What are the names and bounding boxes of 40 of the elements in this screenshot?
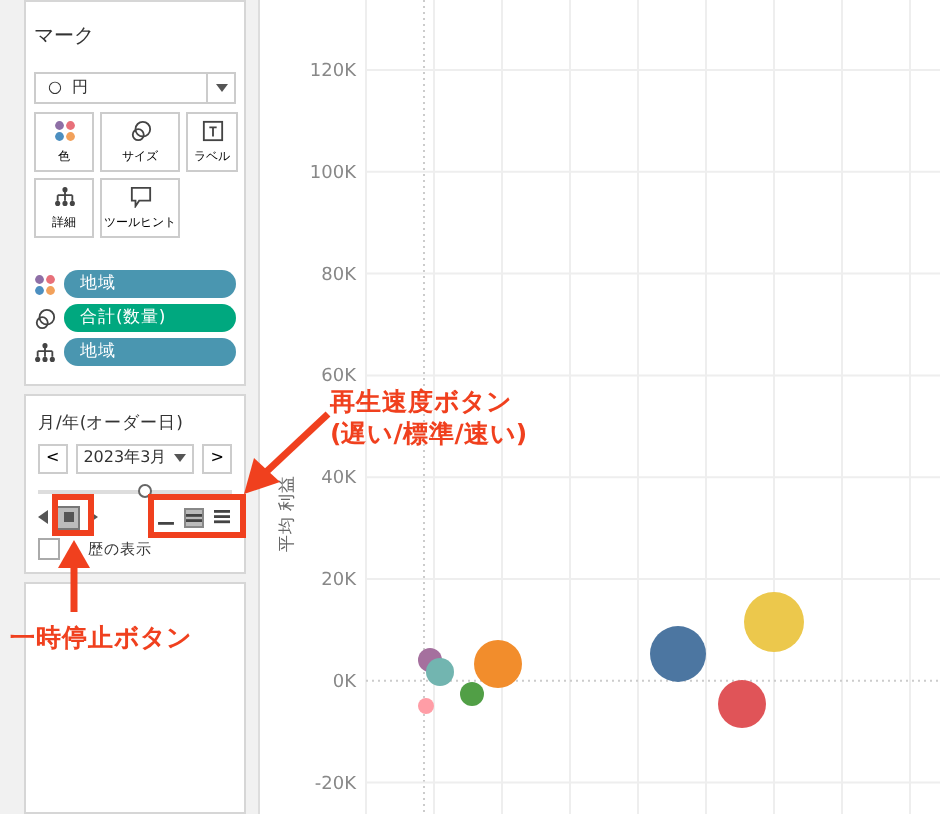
highlight-frame xyxy=(148,494,246,538)
detail-icon xyxy=(34,341,56,363)
pause-button[interactable] xyxy=(56,505,80,530)
y-axis-label: 20K xyxy=(321,571,356,591)
annotation-text: 再生速度ボタン (遅い/標準/速い) xyxy=(330,386,528,449)
speech-bubble-icon xyxy=(129,185,151,207)
circle-icon: ○ xyxy=(48,76,62,100)
step-back-icon[interactable] xyxy=(38,510,48,525)
mark-type-label: 円 xyxy=(71,76,88,100)
y-axis-label: 60K xyxy=(321,367,356,388)
caret-icon xyxy=(206,74,234,102)
size-icon xyxy=(129,119,151,141)
mark-type-dropdown[interactable]: ○ 円 xyxy=(34,72,236,104)
y-axis-label: -20K xyxy=(314,774,356,795)
highlight-frame xyxy=(52,494,94,536)
speed-button[interactable] xyxy=(212,507,232,528)
speed-button[interactable] xyxy=(184,507,204,528)
arrow xyxy=(58,540,90,612)
step-forward-icon[interactable] xyxy=(88,510,98,525)
color-icon xyxy=(53,119,75,141)
caret-icon xyxy=(174,454,187,463)
size-icon xyxy=(34,307,56,329)
next-button[interactable]: > xyxy=(202,443,232,474)
y-axis-label: 120K xyxy=(309,62,356,82)
page-dropdown[interactable]: 2023年3月 xyxy=(75,443,195,474)
y-axis-title: 平均 利益 xyxy=(278,474,298,552)
stop-icon xyxy=(63,512,73,523)
color-icon xyxy=(34,273,56,295)
slider-thumb[interactable] xyxy=(138,483,153,498)
history-checkbox[interactable] xyxy=(38,537,60,560)
text-icon xyxy=(201,119,223,141)
card-title: 月/年(オーダー日) xyxy=(38,412,185,438)
previous-button[interactable]: < xyxy=(38,443,68,474)
detail-icon xyxy=(53,185,75,207)
y-axis-label: 80K xyxy=(321,265,356,286)
annotation-text: 一時停止ボタン xyxy=(10,622,192,654)
y-axis-label: 0K xyxy=(332,672,356,693)
y-axis-label: 100K xyxy=(309,163,356,184)
card-title: マーク xyxy=(34,24,96,52)
y-axis-label: 40K xyxy=(321,469,356,490)
